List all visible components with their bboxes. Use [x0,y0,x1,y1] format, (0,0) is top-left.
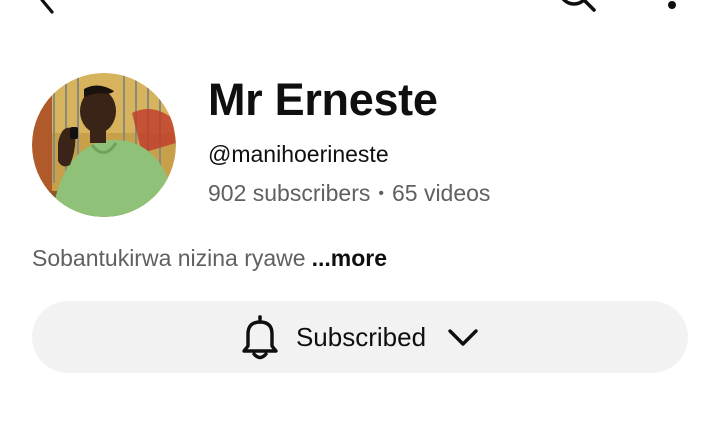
video-count: 65 videos [391,180,491,206]
channel-name: Mr Erneste [208,74,438,125]
bell-icon [242,315,278,360]
more-vert-icon [668,1,676,9]
more-link[interactable]: ...more [312,245,387,271]
channel-description[interactable]: Sobantukirwa nizina ryawe ...more [32,245,387,272]
search-icon [561,0,596,12]
arrow-back-icon [40,0,54,14]
channel-handle: @manihoerineste [208,141,389,167]
back-button[interactable] [30,0,60,16]
stats-separator: • [378,185,384,202]
chevron-down-icon [448,329,478,346]
channel-avatar[interactable] [32,73,176,217]
top-app-bar [0,0,720,20]
more-options-button[interactable] [660,0,684,16]
subscribed-button[interactable]: Subscribed [32,301,688,373]
subscribed-label: Subscribed [295,321,427,352]
search-button[interactable] [552,0,598,16]
avatar-photo [32,73,176,217]
subscriber-count: 902 subscribers [208,180,371,206]
description-text: Sobantukirwa nizina ryawe [32,245,306,271]
channel-stats: 902 subscribers • 65 videos [208,180,490,207]
